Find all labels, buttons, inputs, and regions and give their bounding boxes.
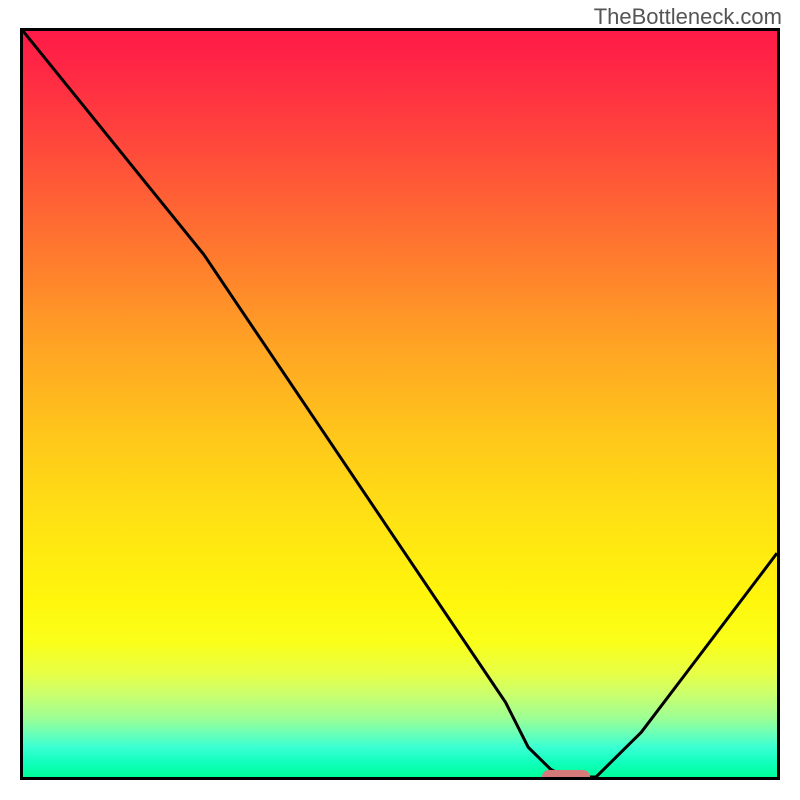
chart-container: TheBottleneck.com	[0, 0, 800, 800]
bottleneck-curve	[23, 31, 777, 777]
watermark-text: TheBottleneck.com	[594, 4, 782, 30]
curve-layer	[23, 31, 777, 777]
optimal-point-marker	[542, 770, 590, 780]
plot-frame	[20, 28, 780, 780]
